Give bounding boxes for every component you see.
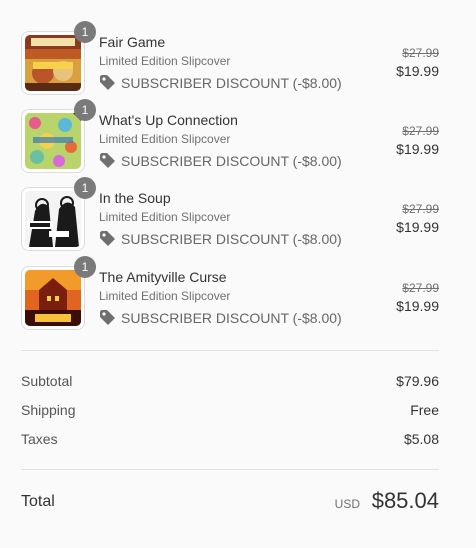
product-title: What's Up Connection (99, 112, 238, 128)
discount-label: SUBSCRIBER DISCOUNT (-$8.00) (99, 309, 342, 326)
product-thumbnail: 1 (21, 256, 96, 330)
discount-label: SUBSCRIBER DISCOUNT (-$8.00) (99, 230, 342, 247)
taxes-row: Taxes $5.08 (21, 431, 439, 451)
total-label: Total (21, 493, 55, 510)
subtotal-value: $79.96 (396, 373, 439, 389)
discounted-price: $19.99 (396, 63, 439, 79)
original-price: $27.99 (402, 124, 439, 138)
tag-icon (99, 74, 116, 91)
quantity-badge: 1 (74, 21, 96, 43)
product-thumbnail: 1 (21, 21, 96, 95)
shipping-row: Shipping Free (21, 402, 439, 422)
subtotal-label: Subtotal (21, 373, 73, 389)
product-variant: Limited Edition Slipcover (99, 289, 231, 303)
line-item: 1 What's Up Connection Limited Edition S… (21, 99, 439, 173)
line-item: 1 The Amityville Curse Limited Edition S… (21, 256, 439, 330)
divider (21, 350, 439, 351)
discount-text: SUBSCRIBER DISCOUNT (-$8.00) (121, 74, 342, 91)
product-variant: Limited Edition Slipcover (99, 210, 231, 224)
discount-text: SUBSCRIBER DISCOUNT (-$8.00) (121, 230, 342, 247)
discounted-price: $19.99 (396, 298, 439, 314)
in-the-soup-cover-image (25, 191, 81, 247)
product-thumbnail: 1 (21, 177, 96, 251)
amityville-curse-cover-image (25, 270, 81, 326)
discount-label: SUBSCRIBER DISCOUNT (-$8.00) (99, 152, 342, 169)
discount-text: SUBSCRIBER DISCOUNT (-$8.00) (121, 309, 342, 326)
discount-text: SUBSCRIBER DISCOUNT (-$8.00) (121, 152, 342, 169)
quantity-badge: 1 (74, 99, 96, 121)
quantity-badge: 1 (74, 177, 96, 199)
discount-label: SUBSCRIBER DISCOUNT (-$8.00) (99, 74, 342, 91)
discounted-price: $19.99 (396, 219, 439, 235)
tag-icon (99, 309, 116, 326)
tag-icon (99, 152, 116, 169)
divider (21, 469, 439, 470)
product-title: Fair Game (99, 34, 166, 50)
total-row: Total USD $85.04 (21, 488, 439, 518)
product-thumbnail: 1 (21, 99, 96, 173)
original-price: $27.99 (402, 46, 439, 60)
product-variant: Limited Edition Slipcover (99, 54, 231, 68)
whats-up-connection-cover-image (25, 113, 81, 169)
currency-code: USD (334, 497, 360, 511)
tag-icon (99, 230, 116, 247)
original-price: $27.99 (402, 281, 439, 295)
product-variant: Limited Edition Slipcover (99, 132, 231, 146)
original-price: $27.99 (402, 202, 439, 216)
subtotal-row: Subtotal $79.96 (21, 373, 439, 393)
product-title: In the Soup (99, 190, 171, 206)
total-amount: $85.04 (371, 488, 439, 513)
product-title: The Amityville Curse (99, 269, 227, 285)
quantity-badge: 1 (74, 256, 96, 278)
discounted-price: $19.99 (396, 141, 439, 157)
fair-game-cover-image (25, 35, 81, 91)
line-item: 1 In the Soup Limited Edition Slipcover … (21, 177, 439, 251)
shipping-label: Shipping (21, 402, 76, 418)
taxes-value: $5.08 (403, 431, 439, 447)
line-item: 1 Fair Game Limited Edition Slipcover SU… (21, 21, 439, 95)
order-summary: 1 Fair Game Limited Edition Slipcover SU… (21, 0, 439, 548)
shipping-value: Free (410, 402, 439, 418)
taxes-label: Taxes (21, 431, 58, 447)
